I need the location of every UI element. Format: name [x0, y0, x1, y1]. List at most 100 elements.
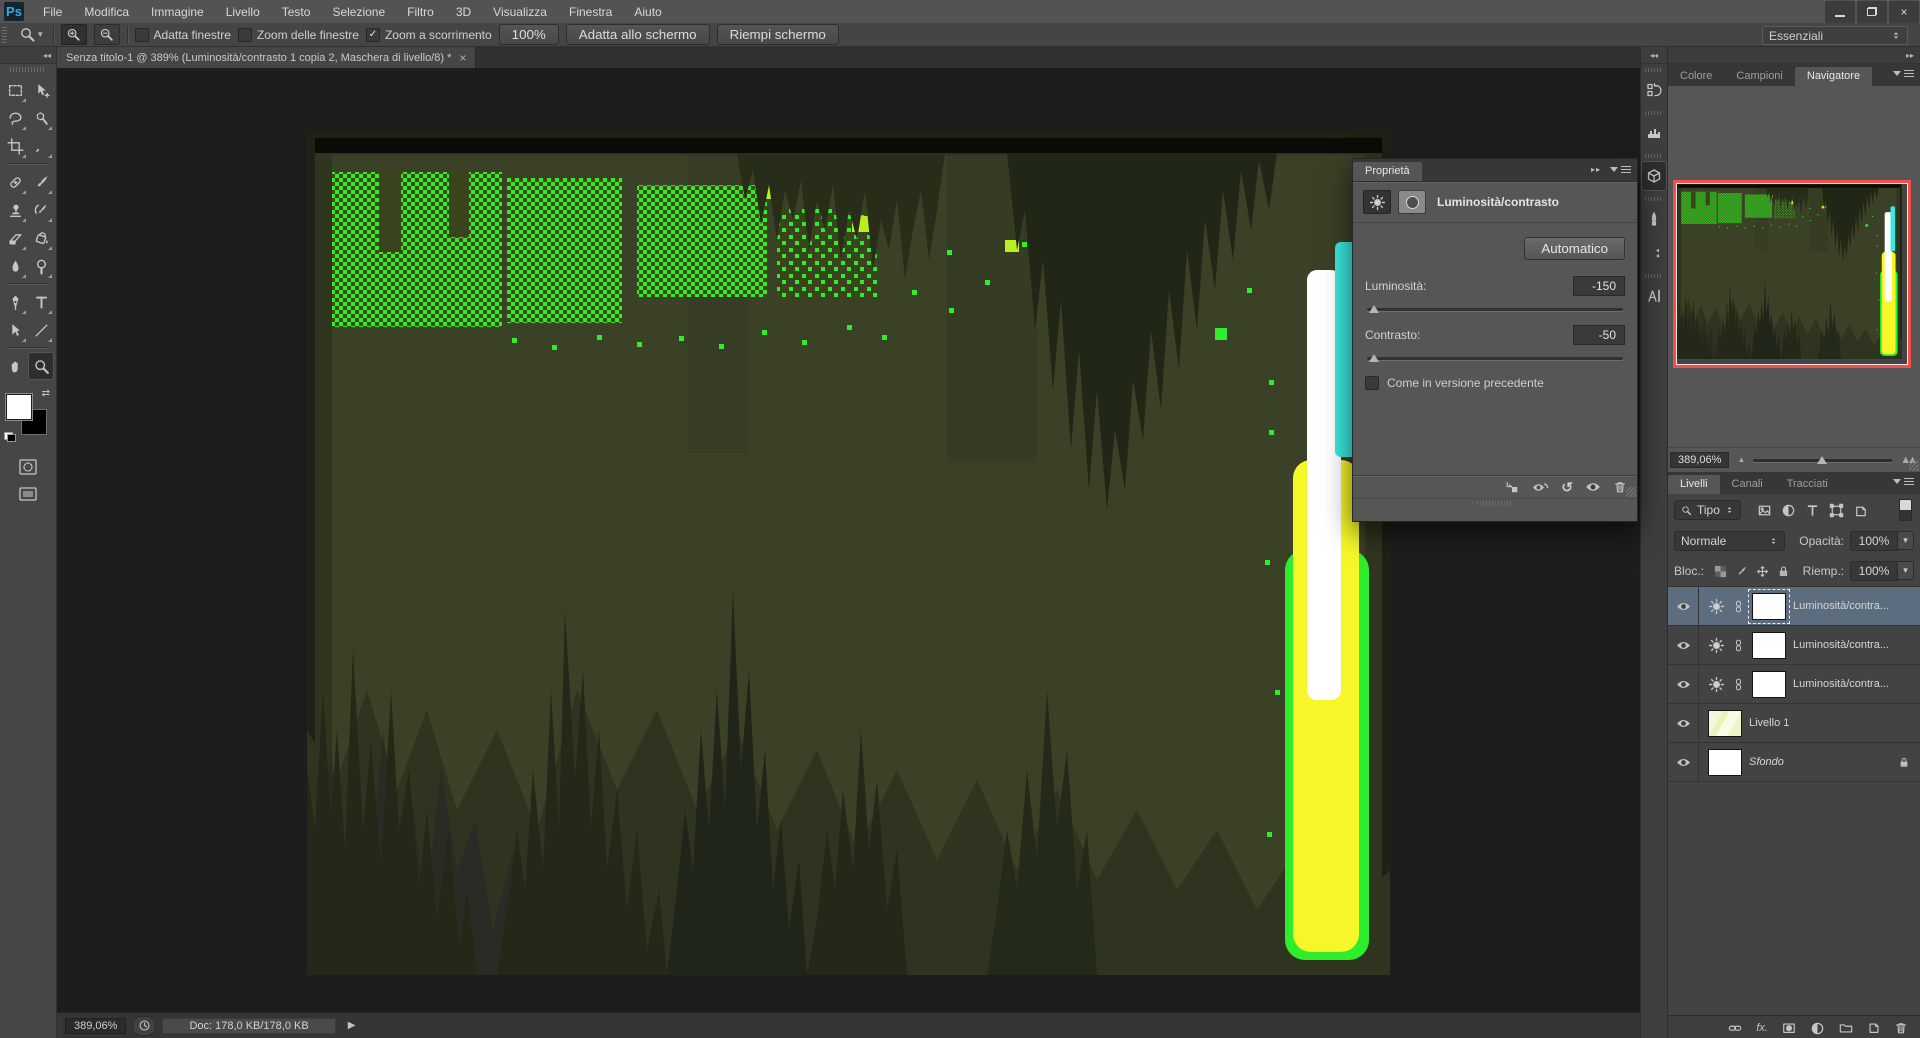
menu-visualizza[interactable]: Visualizza	[482, 2, 558, 22]
layer-style-icon[interactable]: fx.	[1756, 1022, 1768, 1034]
menu-3d[interactable]: 3D	[445, 2, 482, 22]
layer-row-adjustment-3[interactable]: Luminosità/contra...	[1668, 665, 1920, 704]
new-group-icon[interactable]	[1838, 1021, 1854, 1035]
menu-livello[interactable]: Livello	[215, 2, 271, 22]
zoom-100-button[interactable]: 100%	[499, 24, 559, 45]
checkbox-adatta-finestre[interactable]: Adatta finestre	[135, 28, 231, 42]
lock-position-icon[interactable]	[1756, 565, 1769, 578]
legacy-checkbox[interactable]: Come in versione precedente	[1365, 376, 1625, 390]
menu-immagine[interactable]: Immagine	[140, 2, 215, 22]
blend-mode-select[interactable]: Normale	[1674, 531, 1785, 551]
delete-layer-icon[interactable]	[1894, 1021, 1908, 1035]
layer-row-livello-1[interactable]: Livello 1	[1668, 704, 1920, 743]
contrast-value[interactable]: -50	[1573, 325, 1625, 345]
auto-button[interactable]: Automatico	[1524, 237, 1625, 260]
doc-size-info[interactable]: Doc: 178,0 KB/178,0 KB	[162, 1018, 335, 1034]
history-brush-tool[interactable]	[28, 196, 54, 224]
slider-thumb[interactable]	[1369, 305, 1379, 313]
shape-tool[interactable]	[28, 316, 54, 344]
tab-tracciati[interactable]: Tracciati	[1775, 475, 1840, 494]
menu-selezione[interactable]: Selezione	[321, 2, 396, 22]
link-layers-icon[interactable]	[1727, 1021, 1743, 1035]
filter-adjustment-layers-icon[interactable]	[1781, 503, 1796, 518]
navigator-zoom-field[interactable]: 389,06%	[1670, 452, 1729, 468]
lock-all-icon[interactable]	[1777, 565, 1790, 578]
type-tool[interactable]	[28, 288, 54, 316]
layer-thumbnail[interactable]	[1708, 749, 1742, 776]
blur-tool[interactable]	[2, 252, 28, 280]
current-tool-zoom[interactable]: ▾	[16, 25, 46, 44]
marquee-tool[interactable]	[2, 76, 28, 104]
dock-collapse-right[interactable]: ▸▸	[1668, 47, 1920, 64]
canvas[interactable]	[307, 130, 1390, 975]
timing-icon[interactable]	[132, 1016, 156, 1036]
visibility-toggle[interactable]	[1668, 704, 1699, 742]
zoom-out-button[interactable]	[94, 24, 120, 45]
lock-transparency-icon[interactable]	[1714, 565, 1727, 578]
minimize-button[interactable]	[1824, 1, 1856, 24]
resize-grip[interactable]	[1909, 461, 1919, 471]
layer-thumbnail[interactable]	[1708, 710, 1742, 737]
layer-row-adjustment-1[interactable]: Luminosità/contra...	[1668, 587, 1920, 626]
dock-grip[interactable]	[1645, 68, 1663, 72]
new-layer-icon[interactable]	[1867, 1021, 1881, 1035]
lasso-tool[interactable]	[2, 104, 28, 132]
status-flyout-icon[interactable]: ▶	[342, 1020, 362, 1031]
swap-colors-icon[interactable]: ⇄	[42, 388, 50, 399]
zoom-out-mountain-icon[interactable]: ▲	[1737, 456, 1745, 464]
filter-pixel-layers-icon[interactable]	[1757, 503, 1772, 518]
tab-livelli[interactable]: Livelli	[1668, 475, 1720, 494]
mask-link-icon[interactable]	[1732, 637, 1745, 654]
menu-filtro[interactable]: Filtro	[396, 2, 445, 22]
histogram-panel-button[interactable]	[1641, 118, 1667, 148]
tab-campioni[interactable]: Campioni	[1724, 67, 1794, 86]
filter-toggle[interactable]	[1899, 499, 1912, 521]
mask-thumbnail[interactable]	[1752, 671, 1786, 698]
resize-grip[interactable]	[1626, 487, 1636, 497]
layer-row-sfondo[interactable]: Sfondo	[1668, 743, 1920, 782]
visibility-toggle[interactable]	[1668, 626, 1699, 664]
properties-panel-button[interactable]	[1641, 161, 1667, 191]
mask-link-icon[interactable]	[1732, 598, 1745, 615]
menu-lines-icon[interactable]	[1621, 166, 1631, 173]
lock-pixels-icon[interactable]	[1735, 565, 1748, 578]
brightness-value[interactable]: -150	[1573, 276, 1625, 296]
tab-canali[interactable]: Canali	[1720, 475, 1775, 494]
slider-thumb[interactable]	[1369, 354, 1379, 362]
mask-thumbnail[interactable]	[1752, 632, 1786, 659]
filter-shape-layers-icon[interactable]	[1829, 503, 1844, 518]
crop-tool[interactable]	[2, 132, 28, 160]
menu-modifica[interactable]: Modifica	[73, 2, 140, 22]
fill-dropdown[interactable]: ▾	[1898, 561, 1914, 580]
close-button[interactable]: ×	[1888, 1, 1920, 24]
properties-bottom-grip[interactable]	[1353, 498, 1637, 507]
adjustment-icon-button[interactable]	[1363, 190, 1391, 214]
layers-panel-menu[interactable]	[1893, 478, 1914, 485]
view-previous-state-icon[interactable]	[1532, 481, 1549, 494]
delete-adjustment-icon[interactable]	[1613, 480, 1627, 494]
mask-thumbnail-selected[interactable]	[1752, 593, 1786, 620]
opacity-value[interactable]: 100%	[1850, 531, 1898, 551]
history-panel-button[interactable]	[1641, 75, 1667, 105]
tab-navigatore[interactable]: Navigatore	[1795, 67, 1872, 86]
filter-smart-objects-icon[interactable]	[1853, 503, 1868, 518]
layer-row-adjustment-2[interactable]: Luminosità/contra...	[1668, 626, 1920, 665]
new-adjustment-layer-icon[interactable]	[1810, 1021, 1825, 1036]
visibility-icon[interactable]	[1585, 481, 1601, 493]
path-selection-tool[interactable]	[2, 316, 28, 344]
visibility-toggle[interactable]	[1668, 743, 1699, 781]
fill-value[interactable]: 100%	[1850, 561, 1898, 581]
foreground-color[interactable]	[6, 394, 32, 420]
options-grip[interactable]	[2, 27, 7, 43]
fill-screen-button[interactable]: Riempi schermo	[717, 24, 839, 45]
document-tab[interactable]: Senza titolo-1 @ 389% (Luminosità/contra…	[57, 47, 476, 68]
tab-close-icon[interactable]: ×	[459, 51, 466, 65]
quick-mask-button[interactable]	[18, 458, 38, 476]
checkbox-zoom-a-scorrimento[interactable]: ✓ Zoom a scorrimento	[366, 28, 492, 42]
navigator-proxy-view[interactable]	[1673, 180, 1911, 368]
pen-tool[interactable]	[2, 288, 28, 316]
fit-screen-button[interactable]: Adatta allo schermo	[566, 24, 710, 45]
hand-tool[interactable]	[2, 352, 28, 380]
workspace-switcher[interactable]: Essenziali	[1762, 26, 1908, 45]
collapse-panel-icon[interactable]: ▸▸	[1591, 165, 1601, 174]
